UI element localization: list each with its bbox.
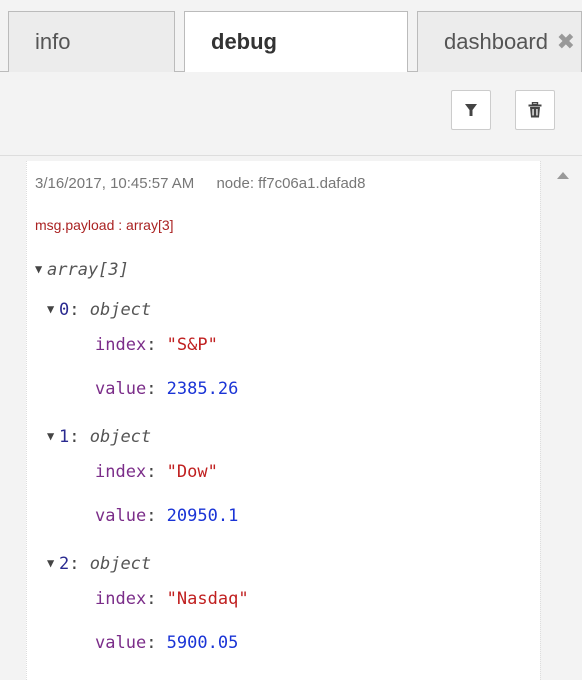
tab-debug-label: debug — [211, 29, 277, 54]
field-value: 20950.1 — [166, 506, 239, 526]
item-index: 2 — [59, 554, 70, 574]
debug-message[interactable]: 3/16/2017, 10:45:57 AM node: ff7c06a1.da… — [26, 161, 540, 680]
message-node-link[interactable]: node: ff7c06a1.dafad8 — [216, 175, 365, 192]
field-key: index — [95, 462, 147, 482]
root-type: array[3] — [47, 260, 129, 280]
scrollbar[interactable] — [540, 161, 582, 680]
field-key: value — [95, 379, 147, 399]
caret-down-icon[interactable]: ▼ — [47, 297, 59, 321]
tree-field-row: value: 20950.1 — [95, 506, 239, 526]
caret-down-icon[interactable]: ▼ — [47, 551, 59, 575]
tree-item-row[interactable]: ▼ 1: object — [47, 424, 151, 449]
item-type: object — [89, 554, 152, 574]
tree-field-row: value: 2385.26 — [95, 379, 239, 399]
debug-message-list: 3/16/2017, 10:45:57 AM node: ff7c06a1.da… — [0, 156, 582, 680]
field-key: index — [95, 335, 147, 355]
item-index: 1 — [59, 427, 70, 447]
message-topic: msg.payload : array[3] — [35, 217, 174, 233]
sidebar-tabbar: info debug dashboard ✖ — [0, 0, 582, 73]
tree-item-row[interactable]: ▼ 0: object — [47, 297, 151, 322]
debug-toolbar — [0, 72, 582, 156]
tab-close-icon[interactable]: ✖ — [550, 12, 575, 72]
tree-item-row[interactable]: ▼ 2: object — [47, 551, 151, 576]
item-type: object — [89, 427, 152, 447]
tab-dashboard-label: dashboard — [444, 29, 548, 54]
filter-button[interactable] — [451, 90, 491, 130]
tree-field-row: index: "Dow" — [95, 462, 218, 482]
caret-down-icon[interactable]: ▼ — [47, 424, 59, 448]
field-value: 5900.05 — [166, 633, 239, 653]
message-timestamp: 3/16/2017, 10:45:57 AM — [35, 175, 195, 192]
tab-debug[interactable]: debug — [184, 11, 408, 73]
item-index: 0 — [59, 300, 70, 320]
tree-field-row: value: 5900.05 — [95, 633, 239, 653]
item-type: object — [89, 300, 152, 320]
debug-sidebar: info debug dashboard ✖ 3/16/2017, 10:45:… — [0, 0, 582, 680]
tree-field-row: index: "Nasdaq" — [95, 589, 249, 609]
tree-field-row: index: "S&P" — [95, 335, 218, 355]
message-meta: 3/16/2017, 10:45:57 AM node: ff7c06a1.da… — [35, 175, 366, 192]
trash-icon — [528, 102, 542, 118]
field-key: value — [95, 506, 147, 526]
tab-info[interactable]: info — [8, 11, 175, 72]
tab-info-label: info — [35, 29, 71, 54]
field-value: 2385.26 — [166, 379, 239, 399]
field-value: "S&P" — [166, 335, 218, 355]
tree-root-row[interactable]: ▼ array[3] — [35, 257, 129, 282]
clear-button[interactable] — [515, 90, 555, 130]
field-value: "Dow" — [166, 462, 218, 482]
caret-down-icon[interactable]: ▼ — [35, 257, 47, 281]
field-value: "Nasdaq" — [166, 589, 249, 609]
field-key: value — [95, 633, 147, 653]
field-key: index — [95, 589, 147, 609]
tab-dashboard[interactable]: dashboard ✖ — [417, 11, 582, 72]
scroll-up-arrow-icon[interactable] — [557, 172, 569, 179]
filter-icon — [465, 104, 477, 116]
